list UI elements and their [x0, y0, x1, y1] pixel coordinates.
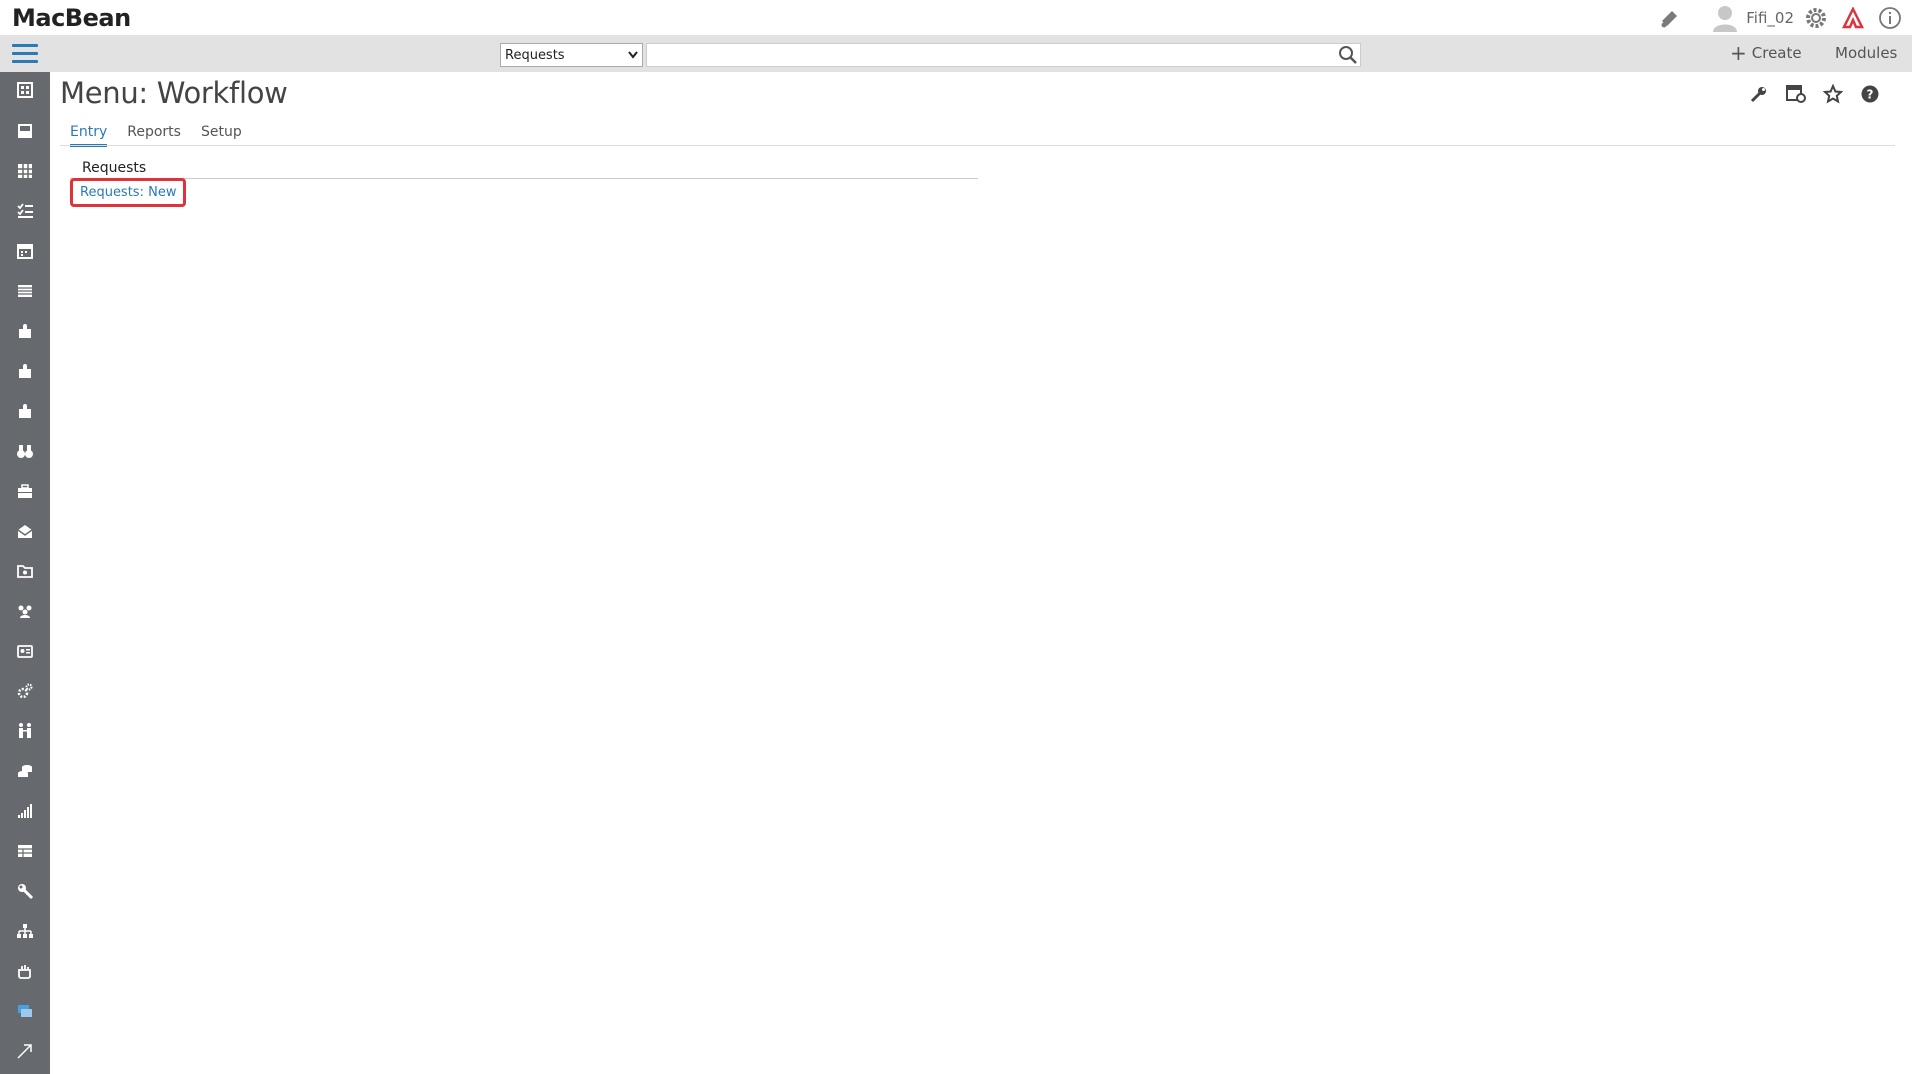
modules-button[interactable]: Modules [1835, 44, 1897, 62]
coins-icon[interactable] [0, 755, 50, 787]
grid-icon[interactable] [0, 155, 50, 187]
puzzle-icon[interactable] [0, 315, 50, 347]
wrench-icon[interactable] [1740, 84, 1777, 104]
section-title: Requests [70, 160, 978, 179]
user-avatar-icon[interactable] [1712, 4, 1738, 32]
expand-arrow-icon[interactable] [0, 1035, 50, 1067]
id-card-icon[interactable] [0, 635, 50, 667]
chevron-down-icon [628, 51, 638, 59]
envelope-open-icon[interactable] [0, 515, 50, 547]
search-scope-value: Requests [505, 47, 565, 63]
calendar-icon[interactable] [0, 235, 50, 267]
team-icon[interactable] [0, 595, 50, 627]
svg-text:?: ? [1866, 88, 1873, 102]
briefcase-icon[interactable] [0, 475, 50, 507]
top-bar: MacBean Fifi_02 [0, 0, 1912, 36]
tab-bar: Entry Reports Setup [70, 124, 262, 147]
people-icon[interactable] [0, 715, 50, 747]
building-icon[interactable] [0, 74, 50, 106]
info-icon[interactable] [1878, 6, 1902, 30]
windows-icon[interactable] [0, 995, 50, 1027]
page-tools: ? [1740, 84, 1888, 104]
star-icon[interactable] [1814, 84, 1851, 104]
tabs-divider [60, 145, 1895, 146]
notification-bell-icon[interactable] [1658, 7, 1680, 29]
binoculars-icon[interactable] [0, 435, 50, 467]
create-button[interactable]: + Create [1730, 41, 1802, 65]
create-label: Create [1751, 44, 1802, 62]
search-input[interactable] [646, 43, 1361, 67]
search-scope-select[interactable]: Requests [500, 43, 643, 67]
gears-icon[interactable] [0, 675, 50, 707]
username[interactable]: Fifi_02 [1746, 9, 1794, 27]
tab-reports[interactable]: Reports [127, 124, 181, 147]
page-title: Menu: Workflow [60, 76, 288, 110]
checklist-icon[interactable] [0, 195, 50, 227]
hamburger-menu-icon[interactable] [12, 44, 38, 64]
settings-gear-icon[interactable] [1804, 6, 1828, 30]
folder-icon[interactable] [0, 555, 50, 587]
table-icon[interactable] [0, 835, 50, 867]
acrobat-icon[interactable] [1842, 7, 1864, 29]
requests-new-link[interactable]: Requests: New [70, 178, 187, 207]
help-icon[interactable]: ? [1851, 84, 1888, 104]
app-logo[interactable]: MacBean [12, 4, 131, 32]
inbox-icon[interactable] [0, 115, 50, 147]
list-icon[interactable] [0, 275, 50, 307]
puzzle-icon[interactable] [0, 355, 50, 387]
puzzle-icon[interactable] [0, 395, 50, 427]
wrench-icon[interactable] [0, 875, 50, 907]
search-icon[interactable] [1338, 45, 1358, 69]
hand-icon[interactable] [0, 955, 50, 987]
top-right-controls: Fifi_02 [1648, 0, 1912, 36]
org-chart-icon[interactable] [0, 915, 50, 947]
report-settings-icon[interactable] [1777, 84, 1814, 104]
requests-section: Requests Requests: New [70, 160, 978, 207]
tab-entry[interactable]: Entry [70, 124, 108, 147]
sidebar [0, 72, 50, 1074]
bar-chart-icon[interactable] [0, 795, 50, 827]
tab-setup[interactable]: Setup [201, 124, 242, 147]
plus-icon: + [1730, 41, 1747, 65]
